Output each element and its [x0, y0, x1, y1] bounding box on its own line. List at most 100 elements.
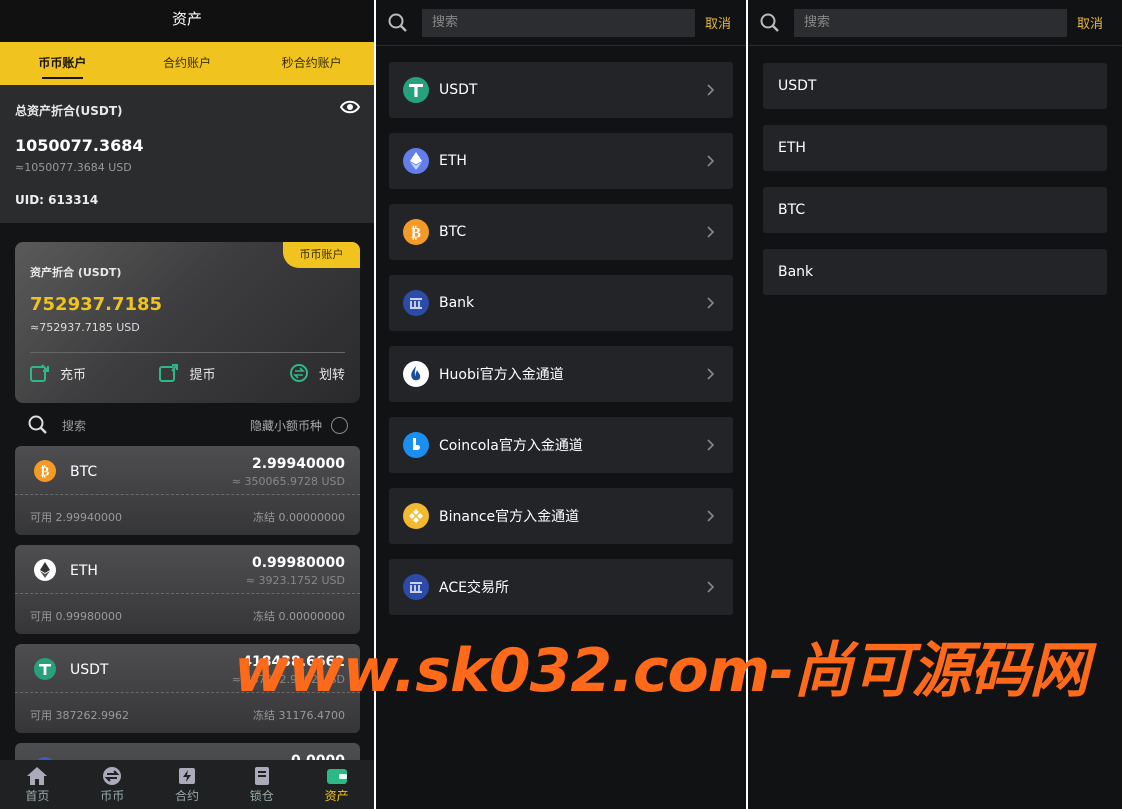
transfer-button[interactable]: 划转: [289, 363, 345, 383]
channel-item-binance[interactable]: Binance官方入金通道: [389, 488, 733, 544]
account-assets-usd: ≈752937.7185 USD: [30, 321, 140, 334]
channel-item-eth[interactable]: ETH: [389, 133, 733, 189]
deposit-icon: [30, 364, 49, 382]
huobi-icon: [403, 361, 429, 387]
channel-item-usdt[interactable]: USDT: [389, 62, 733, 118]
total-assets-label: 总资产折合(USDT): [15, 104, 123, 118]
bottom-nav: 首页 币币 合约 锁仓 资产: [0, 760, 374, 809]
bank-icon: [403, 574, 429, 600]
chevron-right-icon: [707, 226, 715, 238]
chevron-right-icon: [707, 368, 715, 380]
document-icon: [254, 766, 269, 785]
spot-account-card: 币币账户 资产折合 (USDT) 752937.7185 ≈752937.718…: [15, 242, 360, 403]
account-tabs: 币币账户 合约账户 秒合约账户: [0, 42, 374, 85]
search-icon[interactable]: [388, 13, 408, 33]
chevron-right-icon: [707, 84, 715, 96]
nav-spot[interactable]: 币币: [75, 760, 150, 809]
chevron-right-icon: [707, 581, 715, 593]
deposit-button[interactable]: 充币: [30, 363, 86, 383]
bank-icon: [403, 290, 429, 316]
usdt-icon: [403, 77, 429, 103]
channel-label: Bank: [439, 295, 475, 311]
hide-small-radio[interactable]: [331, 416, 348, 434]
divider: [30, 352, 345, 353]
coin-usd: ≈ 3923.1752 USD: [245, 574, 345, 587]
channel-label: USDT: [439, 82, 478, 98]
cancel-button[interactable]: 取消: [1077, 13, 1103, 32]
svg-text:₿: ₿: [41, 465, 50, 480]
page-title: 资产: [0, 0, 374, 42]
channel-item-ace[interactable]: ACE交易所: [389, 559, 733, 615]
chevron-right-icon: [707, 297, 715, 309]
account-assets-value: 752937.7185: [30, 294, 163, 315]
withdraw-item-usdt[interactable]: USDT: [763, 63, 1107, 109]
coin-card-eth[interactable]: ETH 0.99980000 ≈ 3923.1752 USD 可用 0.9998…: [15, 545, 360, 634]
exchange-icon: [103, 766, 122, 785]
home-icon: [27, 766, 48, 785]
chevron-right-icon: [707, 155, 715, 167]
hide-small-label: 隐藏小额币种: [249, 418, 322, 433]
search-icon[interactable]: [760, 13, 780, 33]
coin-usd: ≈ 350065.9728 USD: [231, 475, 345, 488]
nav-lock-label: 锁仓: [249, 788, 274, 803]
coincola-icon: [403, 432, 429, 458]
cancel-button[interactable]: 取消: [705, 13, 731, 32]
nav-home-label: 首页: [25, 788, 50, 803]
btc-icon: ₿: [403, 219, 429, 245]
search-input[interactable]: 搜索: [794, 8, 1067, 37]
nav-home[interactable]: 首页: [0, 760, 75, 809]
channel-label: BTC: [439, 224, 467, 240]
coin-name: BTC: [70, 464, 98, 480]
coin-card-btc[interactable]: ₿ BTC 2.99940000 ≈ 350065.9728 USD 可用 2.…: [15, 446, 360, 535]
total-assets-usd: ≈1050077.3684 USD: [15, 161, 132, 174]
channel-item-huobi[interactable]: Huobi官方入金通道: [389, 346, 733, 402]
coin-name: ETH: [70, 563, 98, 579]
tab-second-contract-account[interactable]: 秒合约账户: [249, 42, 374, 85]
nav-contract-label: 合约: [174, 788, 199, 803]
coin-available: 可用 0.99980000: [30, 610, 122, 623]
search-bar: 搜索 取消: [748, 0, 1122, 46]
transfer-icon: [289, 364, 308, 382]
search-input[interactable]: 搜索: [422, 8, 695, 37]
channel-label: Coincola官方入金通道: [439, 438, 583, 454]
nav-spot-label: 币币: [100, 788, 125, 803]
channel-label: ACE交易所: [439, 580, 509, 596]
nav-assets[interactable]: 资产: [299, 760, 374, 809]
channel-label: ETH: [439, 153, 467, 169]
search-bar: 搜索 取消: [376, 0, 746, 46]
hide-small-toggle[interactable]: 隐藏小额币种: [249, 416, 348, 434]
coin-frozen: 冻结 31176.4700: [253, 709, 345, 722]
tab-contract-account[interactable]: 合约账户: [125, 42, 250, 85]
coin-available: 可用 387262.9962: [30, 709, 129, 722]
deposit-label: 充币: [60, 367, 87, 383]
withdraw-item-bank[interactable]: Bank: [763, 249, 1107, 295]
btc-icon: ₿: [34, 460, 56, 482]
withdraw-item-btc[interactable]: BTC: [763, 187, 1107, 233]
coin-frozen: 冻结 0.00000000: [253, 511, 345, 524]
chevron-right-icon: [707, 510, 715, 522]
wallet-icon: [326, 768, 347, 784]
eth-icon: [34, 559, 56, 581]
withdraw-button[interactable]: 提币: [159, 363, 216, 383]
nav-lock[interactable]: 锁仓: [224, 760, 299, 809]
tab-spot-account[interactable]: 币币账户: [0, 42, 125, 85]
usdt-icon: [34, 658, 56, 680]
search-icon[interactable]: [28, 415, 48, 435]
svg-text:₿: ₿: [411, 224, 421, 242]
coin-name: USDT: [70, 662, 109, 678]
channel-label: Huobi官方入金通道: [439, 367, 564, 383]
contract-icon: [178, 767, 195, 784]
total-assets-summary: 总资产折合(USDT) 1050077.3684 ≈1050077.3684 U…: [0, 85, 374, 223]
nav-contract[interactable]: 合约: [150, 760, 225, 809]
withdraw-item-eth[interactable]: ETH: [763, 125, 1107, 171]
nav-assets-label: 资产: [324, 788, 349, 803]
eye-icon[interactable]: [340, 100, 360, 114]
search-input[interactable]: 搜索: [62, 417, 250, 434]
transfer-label: 划转: [318, 367, 345, 383]
channel-item-coincola[interactable]: Coincola官方入金通道: [389, 417, 733, 473]
account-actions: 充币 提币 划转: [30, 363, 345, 383]
channel-item-bank[interactable]: Bank: [389, 275, 733, 331]
binance-icon: [403, 503, 429, 529]
channel-item-btc[interactable]: ₿ BTC: [389, 204, 733, 260]
divider: [15, 494, 360, 495]
